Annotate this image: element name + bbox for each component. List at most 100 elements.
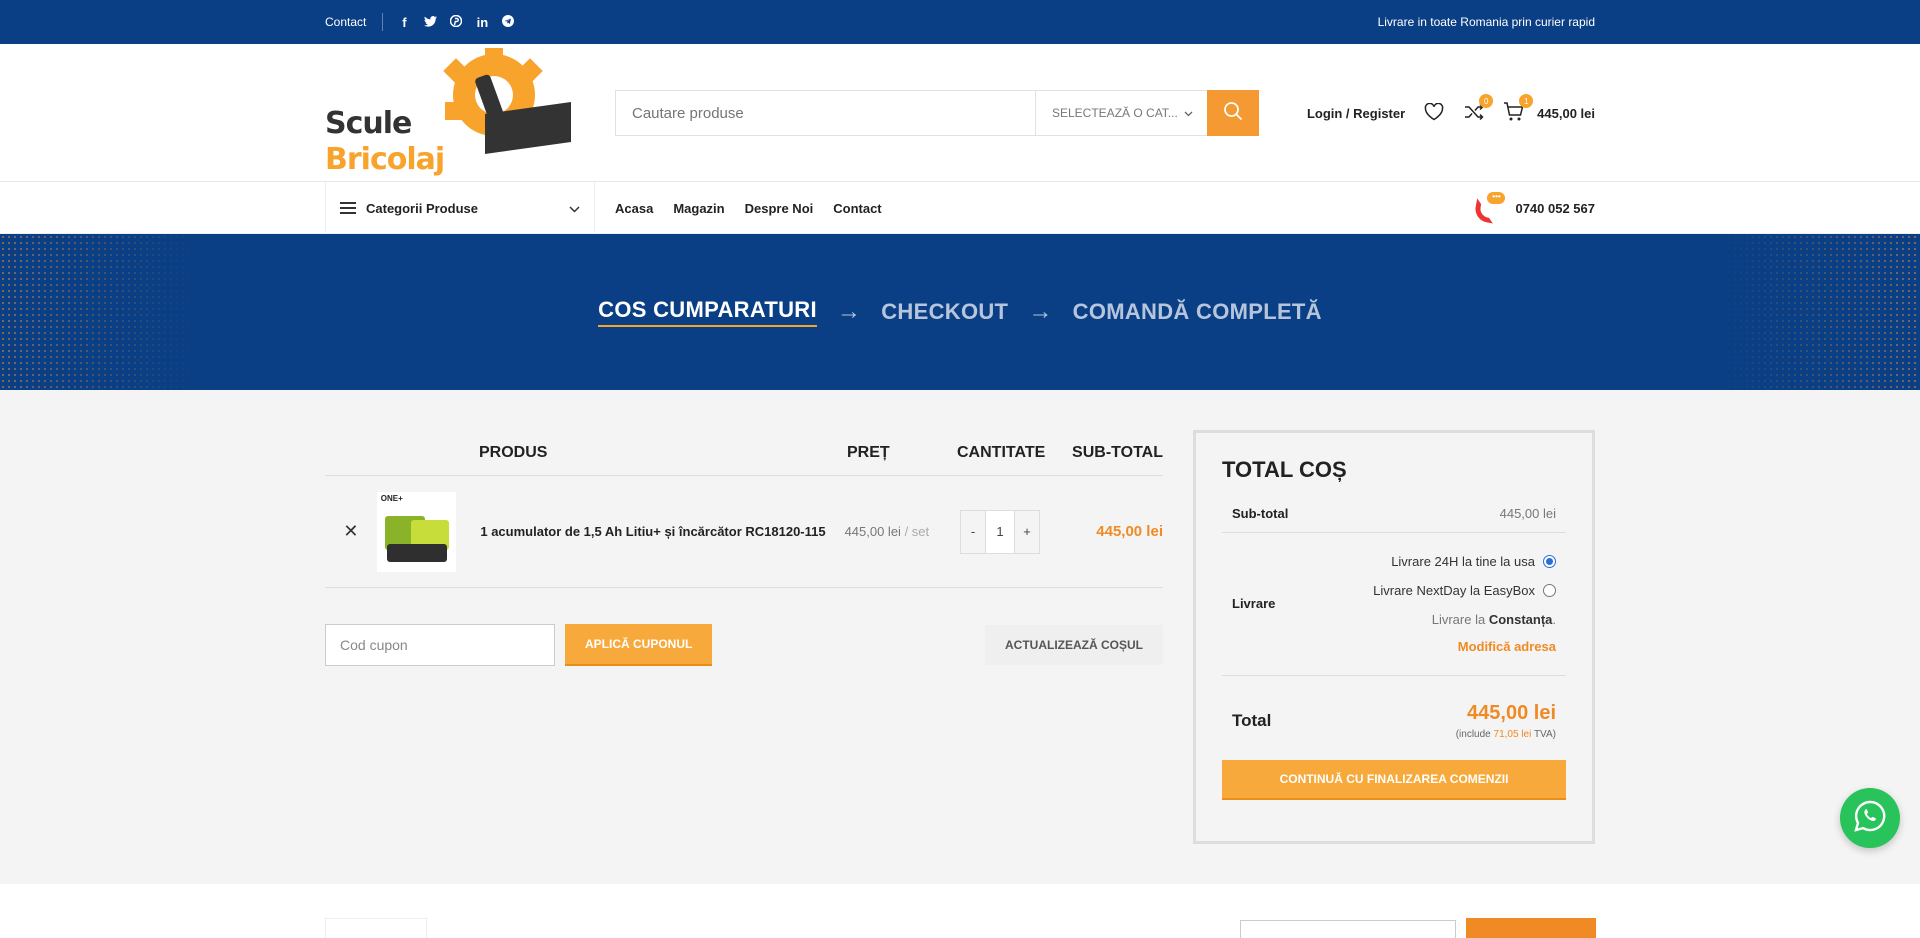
search-bar: SELECTEAZĂ O CAT...	[615, 90, 1259, 136]
cart-count-badge: 1	[1519, 94, 1534, 108]
shipping-radio[interactable]	[1543, 555, 1556, 568]
nav-item-magazin[interactable]: Magazin	[673, 201, 724, 216]
header-quantity: CANTITATE	[957, 443, 1046, 461]
shipping-destination-prefix: Livrare la	[1431, 612, 1486, 627]
cart-row: ✕ ONE+ 1 acumulator de 1,5 Ah Litiu+ și …	[325, 476, 1163, 588]
change-address-link[interactable]: Modifică adresa	[1373, 635, 1556, 659]
coupon-input[interactable]: Cod cupon	[325, 624, 555, 666]
gear-tooth	[445, 102, 463, 120]
total-label: Total	[1232, 711, 1272, 730]
shipping-row: Livrare Livrare 24H la tine la usa Livra…	[1222, 533, 1566, 676]
shipping-option-24h[interactable]: Livrare 24H la tine la usa	[1373, 547, 1556, 576]
menu-icon	[340, 199, 356, 217]
twitter-icon[interactable]	[423, 15, 437, 30]
product-price: 445,00 lei / set	[845, 524, 960, 539]
shipping-label: Livrare	[1232, 595, 1276, 611]
tax-prefix: (include	[1455, 729, 1491, 740]
nav-item-contact[interactable]: Contact	[833, 201, 881, 216]
chevron-down-icon	[569, 201, 580, 216]
quantity-cell: - 1 +	[960, 509, 1065, 554]
price-value: 445,00 lei	[844, 524, 901, 539]
update-cart-button[interactable]: ACTUALIZEAZĂ COȘUL	[985, 625, 1163, 665]
apply-coupon-button[interactable]: APLICĂ CUPONUL	[565, 624, 713, 666]
cart-totals-title: TOTAL COȘ	[1222, 457, 1347, 482]
quantity-input[interactable]: 1	[985, 510, 1015, 553]
cart-totals: TOTAL COȘ Sub-total 445,00 lei Livrare L…	[1193, 430, 1595, 844]
product-name[interactable]: 1 acumulator de 1,5 Ah Litiu+ și încărcă…	[480, 524, 844, 539]
search-icon	[1223, 101, 1243, 126]
category-select-value: SELECTEAZĂ O CAT...	[1052, 106, 1178, 120]
shipping-option-easybox[interactable]: Livrare NextDay la EasyBox	[1373, 576, 1556, 605]
site-logo[interactable]: Scule Bricolaj	[325, 48, 575, 178]
compare-button[interactable]: 0	[1463, 94, 1494, 124]
login-register-link[interactable]: Login / Register	[1307, 106, 1405, 121]
linkedin-icon[interactable]: in	[475, 15, 489, 30]
coupon-bar: Cod cupon APLICĂ CUPONUL ACTUALIZEAZĂ CO…	[325, 624, 1163, 666]
main-nav: Categorii Produse Acasa Magazin Despre N…	[0, 182, 1920, 234]
menu-links: Acasa Magazin Despre Noi Contact	[615, 201, 882, 216]
categories-dropdown[interactable]: Categorii Produse	[325, 182, 595, 234]
facebook-icon[interactable]: f	[397, 15, 411, 30]
cart-button[interactable]: 1	[1503, 94, 1534, 124]
subtotal-label: Sub-total	[1232, 506, 1289, 521]
header-actions: Login / Register 0 1 445,00 lei	[1307, 94, 1595, 124]
category-select[interactable]: SELECTEAZĂ O CAT...	[1035, 91, 1207, 135]
step-cart[interactable]: COS CUMPARATURI	[598, 297, 817, 327]
tax-value: 71,05 lei	[1493, 729, 1532, 740]
logo-text-scule: Scule	[325, 106, 412, 141]
shipping-destination-city: Constanța	[1488, 612, 1553, 627]
quantity-decrease-button[interactable]: -	[961, 511, 985, 553]
phone-icon: •••	[1473, 192, 1506, 224]
bottom-section	[0, 884, 1920, 938]
total-amount: 445,00 lei	[1467, 702, 1556, 724]
cart-content: PRODUS PREȚ CANTITATE SUB-TOTAL ✕ ONE+ 1…	[0, 390, 1920, 884]
search-button[interactable]	[1207, 90, 1259, 136]
thumbnail-brand-label: ONE+	[380, 493, 403, 503]
nav-item-acasa[interactable]: Acasa	[615, 201, 653, 216]
total-row: Total 445,00 lei (include 71,05 lei TVA)	[1222, 676, 1566, 760]
cart-table: PRODUS PREȚ CANTITATE SUB-TOTAL ✕ ONE+ 1…	[325, 430, 1163, 844]
checkout-steps-banner: COS CUMPARATURI → CHECKOUT → COMANDĂ COM…	[0, 234, 1920, 390]
wishlist-button[interactable]	[1423, 102, 1445, 124]
shipping-destination: Livrare la Constanța.	[1431, 612, 1556, 627]
step-order-complete: COMANDĂ COMPLETĂ	[1072, 299, 1322, 324]
step-checkout[interactable]: CHECKOUT	[881, 299, 1008, 325]
categories-label: Categorii Produse	[366, 200, 478, 216]
nav-item-despre-noi[interactable]: Despre Noi	[745, 201, 814, 216]
arrow-right-icon: →	[1028, 298, 1053, 325]
social-links: f in	[397, 14, 515, 30]
header-price: PREȚ	[847, 443, 890, 461]
search-input[interactable]	[616, 91, 1035, 135]
telegram-icon[interactable]	[501, 14, 515, 30]
price-unit: / set	[904, 524, 930, 539]
whatsapp-icon	[1853, 799, 1887, 838]
row-subtotal: 445,00 lei	[1096, 523, 1163, 540]
shipping-radio[interactable]	[1543, 584, 1556, 597]
newsletter-button[interactable]	[1466, 918, 1596, 938]
proceed-to-checkout-button[interactable]: CONTINUĂ CU FINALIZAREA COMENZII	[1222, 760, 1566, 800]
shipping-option-label: Livrare NextDay la EasyBox	[1373, 583, 1535, 598]
phone-contact[interactable]: ••• 0740 052 567	[1473, 192, 1595, 224]
site-header: Scule Bricolaj SELECTEAZĂ O CAT... Login…	[0, 44, 1920, 182]
newsletter-input[interactable]	[1240, 920, 1456, 938]
compare-count-badge: 0	[1479, 94, 1494, 108]
whatsapp-chat-button[interactable]	[1840, 788, 1900, 848]
checkout-steps: COS CUMPARATURI → CHECKOUT → COMANDĂ COM…	[0, 234, 1920, 390]
top-contact-link[interactable]: Contact	[325, 15, 366, 29]
shipping-option-label: Livrare 24H la tine la usa	[1391, 554, 1535, 569]
shipping-note: Livrare in toate Romania prin curier rap…	[1377, 15, 1595, 29]
subtotal-value: 445,00 lei	[1499, 506, 1556, 521]
heart-icon	[1424, 102, 1444, 124]
quantity-stepper: - 1 +	[960, 509, 1040, 554]
cart-table-header: PRODUS PREȚ CANTITATE SUB-TOTAL	[325, 430, 1163, 476]
cart-total[interactable]: 445,00 lei	[1537, 106, 1595, 121]
top-bar: Contact f in Livrare in toate Romania pr…	[0, 0, 1920, 44]
phone-number: 0740 052 567	[1515, 200, 1595, 216]
pinterest-icon[interactable]	[449, 14, 463, 30]
tax-note: (include 71,05 lei TVA)	[1456, 729, 1556, 740]
quantity-increase-button[interactable]: +	[1015, 511, 1039, 553]
product-thumbnail[interactable]: ONE+	[376, 491, 457, 572]
total-values: 445,00 lei (include 71,05 lei TVA)	[1456, 702, 1556, 740]
arrow-right-icon: →	[836, 298, 862, 325]
remove-item-icon[interactable]: ✕	[325, 521, 377, 542]
